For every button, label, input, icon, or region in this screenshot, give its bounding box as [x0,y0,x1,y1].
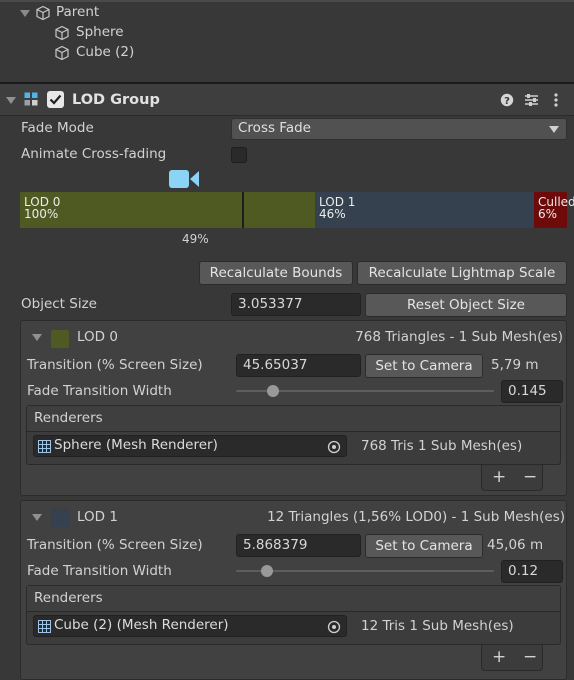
segment-percent: 6% [538,207,558,221]
gameobject-icon [36,5,50,21]
lod1-set-to-camera-button[interactable]: Set to Camera [365,534,483,558]
lod0-fade-slider-knob[interactable] [267,385,280,397]
lod1-renderer-name: Cube (2) (Mesh Renderer) [54,617,229,634]
lod0-transition-label: Transition (% Screen Size) [27,357,203,373]
hierarchy-item-label: Sphere [76,24,124,41]
hierarchy-item-label: Cube (2) [76,44,135,61]
lod0-set-to-camera-button[interactable]: Set to Camera [365,354,483,378]
lod0-fade-width-field[interactable]: 0.145 [501,380,563,403]
lod1-fade-width-value: 0.12 [508,562,539,579]
object-picker-icon[interactable] [327,440,341,454]
hierarchy-item-label: Parent [56,4,100,21]
lod-bar-segment-culled[interactable]: Culled 6% [534,192,574,228]
recalculate-lightmap-scale-button[interactable]: Recalculate Lightmap Scale [357,261,567,285]
chevron-down-icon [549,126,559,133]
renderers-label: Renderers [34,410,103,426]
camera-icon[interactable] [168,168,200,190]
lod0-fade-width-value: 0.145 [508,382,547,399]
renderers-label: Renderers [34,590,103,606]
segment-name: LOD 0 [24,195,61,209]
foldout-arrow-icon[interactable] [6,97,16,104]
foldout-arrow-icon[interactable] [32,514,42,521]
lod1-fade-width-field[interactable]: 0.12 [501,560,563,583]
fade-mode-label: Fade Mode [21,120,94,136]
lod0-transition-value: 45.65037 [243,356,308,373]
segment-name: LOD 1 [319,195,356,209]
remove-renderer-minus-icon[interactable]: − [523,469,537,486]
component-title: LOD Group [72,92,160,108]
lod1-summary: 12 Triangles (1,56% LOD0) - 1 Sub Mesh(e… [267,509,565,525]
mesh-renderer-icon [38,439,51,453]
animate-cross-fading-label: Animate Cross-fading [21,146,167,162]
lod-bar-marker[interactable] [242,192,244,228]
lod0-title: LOD 0 [77,329,118,345]
add-renderer-plus-icon[interactable]: + [492,649,506,666]
recalculate-bounds-button[interactable]: Recalculate Bounds [199,261,353,285]
lod1-fade-slider-track[interactable] [236,570,494,572]
lod1-renderer-field[interactable]: Cube (2) (Mesh Renderer) [33,615,347,637]
hierarchy-panel: Parent Sphere Cube (2) [0,0,574,82]
gameobject-icon [55,25,69,41]
lod0-color-swatch [51,330,69,348]
remove-renderer-minus-icon[interactable]: − [523,649,537,666]
fold-arrow-icon[interactable] [20,9,30,17]
lod1-fade-width-label: Fade Transition Width [27,563,172,579]
svg-text:?: ? [504,96,510,107]
animate-cross-fading-checkbox[interactable] [231,147,247,163]
kebab-menu-icon[interactable] [551,92,561,108]
lod1-fade-slider-knob[interactable] [260,565,273,577]
segment-percent: 46% [319,207,346,221]
lod0-distance: 5,79 m [491,357,539,373]
lod0-fade-width-label: Fade Transition Width [27,383,172,399]
lod-bar-segment-lod1[interactable]: LOD 1 46% [315,192,534,228]
renderers-header: Renderers [27,406,560,432]
segment-percent: 100% [24,207,59,221]
object-size-value: 3.053377 [238,295,303,312]
lod0-renderer-info: 768 Tris 1 Sub Mesh(es) [361,438,523,454]
lod1-distance: 45,06 m [487,537,544,553]
mesh-renderer-icon [38,619,51,633]
hierarchy-item-parent[interactable]: Parent [20,3,99,23]
lod1-title: LOD 1 [77,509,118,525]
component-header[interactable]: LOD Group ? [0,84,574,116]
lod1-color-swatch [51,509,69,527]
hierarchy-item-sphere[interactable]: Sphere [54,23,124,43]
component-enabled-checkbox[interactable] [47,91,64,108]
hierarchy-item-cube[interactable]: Cube (2) [54,43,134,63]
lod1-transition-field[interactable]: 5.868379 [236,534,361,557]
lod-bar-marker-label: 49% [182,232,209,246]
fade-mode-dropdown[interactable]: Cross Fade [231,118,567,140]
gameobject-icon [55,45,69,61]
lod-bar-segment-lod0[interactable]: LOD 0 100% [20,192,315,228]
help-icon[interactable]: ? [500,93,514,107]
lod0-plus-minus: + − [481,465,543,491]
lod1-renderer-info: 12 Tris 1 Sub Mesh(es) [361,618,514,634]
add-renderer-plus-icon[interactable]: + [492,469,506,486]
lod1-transition-label: Transition (% Screen Size) [27,537,203,553]
foldout-arrow-icon[interactable] [32,334,42,341]
lod1-renderers-list: Renderers Cube (2) (Mesh Renderer) 12 Tr… [26,585,561,645]
fade-mode-value: Cross Fade [238,120,311,137]
lod0-summary: 768 Triangles - 1 Sub Mesh(es) [355,329,563,345]
lod1-transition-value: 5.868379 [243,536,308,553]
lod0-renderers-list: Renderers Sphere (Mesh Renderer) 768 Tri… [26,405,561,465]
object-size-label: Object Size [21,296,97,312]
object-size-field[interactable]: 3.053377 [231,293,361,316]
presets-icon[interactable] [524,93,539,107]
lod0-renderer-name: Sphere (Mesh Renderer) [54,437,218,454]
renderers-header: Renderers [27,586,560,612]
checkmark-icon [49,94,62,105]
lod0-transition-field[interactable]: 45.65037 [236,354,361,377]
hierarchy-top-border [0,0,574,2]
lod1-plus-minus: + − [481,645,543,671]
reset-object-size-button[interactable]: Reset Object Size [365,293,567,317]
object-picker-icon[interactable] [327,620,341,634]
lod0-renderer-field[interactable]: Sphere (Mesh Renderer) [33,435,347,457]
lod-group-icon [24,92,38,106]
